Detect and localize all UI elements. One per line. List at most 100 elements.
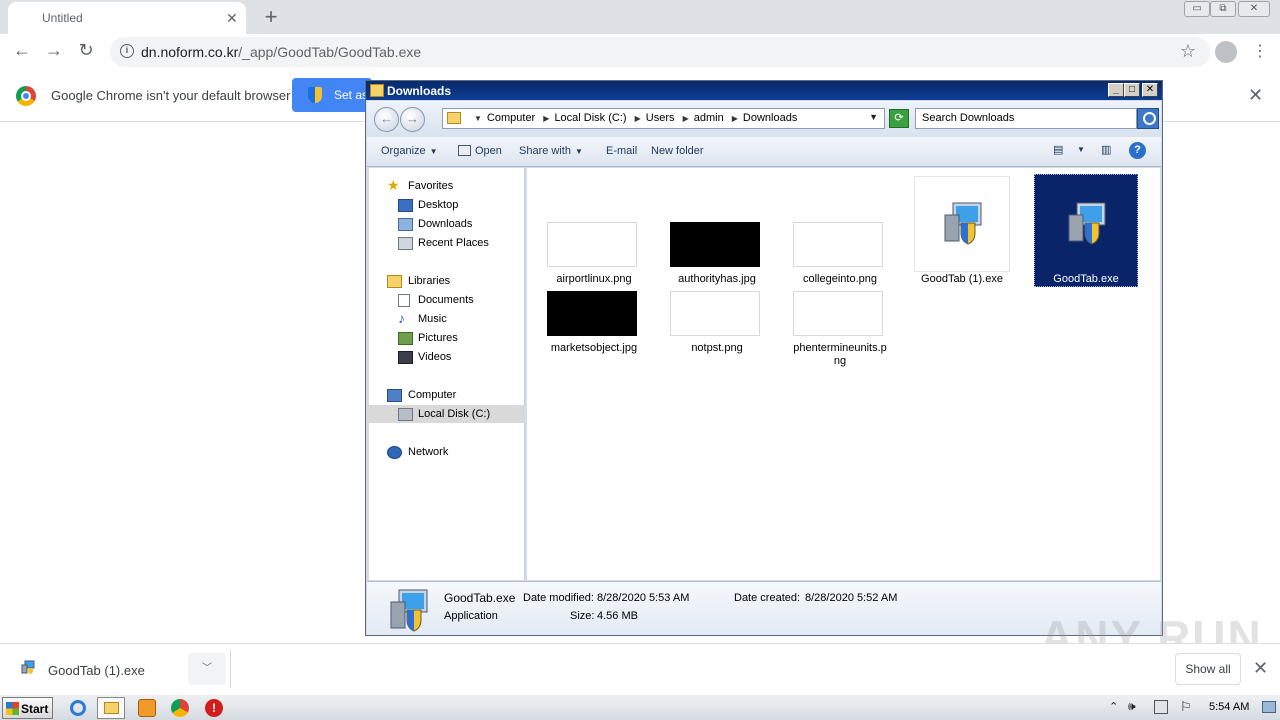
open-label: Open <box>475 145 502 157</box>
installer-icon <box>390 589 428 632</box>
nav-local-disk[interactable]: Local Disk (C:) <box>418 408 490 420</box>
search-input[interactable]: Search Downloads <box>915 108 1137 129</box>
star-icon[interactable]: ☆ <box>1180 41 1196 62</box>
nav-downloads[interactable]: Downloads <box>418 218 472 230</box>
nav-videos[interactable]: Videos <box>418 351 451 363</box>
open-button[interactable]: Open <box>458 145 502 157</box>
forward-icon[interactable]: → <box>42 40 66 61</box>
url-text[interactable]: dn.noform.co.kr/_app/GoodTab/GoodTab.exe <box>141 44 421 60</box>
navigation-pane: ★ Favorites Desktop Downloads Recent Pla… <box>369 168 525 580</box>
details-created-label: Date created: <box>734 592 801 604</box>
tab-strip: Untitled ✕ + ▭ ⧉ ✕ <box>0 0 1280 34</box>
flag-icon[interactable]: ⚐ <box>1180 699 1198 717</box>
file-item[interactable]: GoodTab (1).exe <box>910 176 1014 285</box>
computer-icon <box>387 389 402 402</box>
explorer-back-icon[interactable]: ← <box>374 107 399 132</box>
breadcrumb-local-disk[interactable]: Local Disk (C:) <box>554 112 626 124</box>
explorer-maximize-button[interactable]: □ <box>1124 83 1140 97</box>
nav-recent-places[interactable]: Recent Places <box>418 237 489 249</box>
tab-untitled[interactable]: Untitled ✕ <box>8 2 246 34</box>
file-item[interactable]: phentermineunits.p ng <box>788 286 892 367</box>
info-icon[interactable]: i <box>120 44 134 58</box>
windows-logo-icon <box>6 702 19 715</box>
breadcrumb[interactable]: ▼ Computer ▶ Local Disk (C:) ▶ Users ▶ admin… <box>442 108 885 129</box>
media-player-icon[interactable] <box>138 699 156 717</box>
refresh-icon[interactable]: ⟳ <box>889 109 909 128</box>
restore-button[interactable]: ⧉ <box>1210 1 1236 17</box>
star-icon: ★ <box>387 177 400 193</box>
file-thumbnail <box>793 291 883 336</box>
share-with-button[interactable]: Share with ▼ <box>519 145 583 157</box>
chevron-down-icon: ▼ <box>574 147 583 156</box>
file-item[interactable]: notpst.png <box>665 286 769 354</box>
network-tray-icon[interactable] <box>1154 700 1168 714</box>
close-window-button[interactable]: ✕ <box>1238 1 1270 17</box>
explorer-minimize-button[interactable]: _ <box>1108 83 1124 97</box>
account-icon[interactable] <box>1215 41 1237 63</box>
tab-title: Untitled <box>42 11 83 25</box>
details-file-name: GoodTab.exe <box>444 591 516 605</box>
file-item[interactable]: marketsobject.jpg <box>542 286 646 354</box>
breadcrumb-admin[interactable]: admin <box>694 112 724 124</box>
organize-label: Organize <box>381 145 426 157</box>
file-item[interactable]: airportlinux.png <box>542 216 646 285</box>
set-as-default-button[interactable]: Set as <box>292 78 372 112</box>
download-shelf: GoodTab (1).exe ﹀ Show all ✕ <box>0 643 1280 693</box>
videos-icon <box>398 351 413 364</box>
explorer-taskbar-button[interactable] <box>97 697 125 719</box>
address-bar[interactable]: i dn.noform.co.kr/_app/GoodTab/GoodTab.e… <box>110 37 1210 67</box>
minimize-button[interactable]: ▭ <box>1184 1 1210 17</box>
reload-icon[interactable]: ↻ <box>74 40 98 61</box>
breadcrumb-users[interactable]: Users <box>646 112 675 124</box>
shelf-close-icon[interactable]: ✕ <box>1253 658 1268 679</box>
nav-documents[interactable]: Documents <box>418 294 474 306</box>
chevron-down-icon[interactable]: ﹀ <box>188 653 226 685</box>
clock[interactable]: 5:54 AM <box>1209 701 1249 713</box>
nav-libraries[interactable]: Libraries <box>408 275 450 287</box>
chevron-down-icon[interactable]: ▼ <box>869 112 878 122</box>
start-button[interactable]: Start <box>2 697 53 719</box>
breadcrumb-downloads[interactable]: Downloads <box>743 112 797 124</box>
preview-pane-icon[interactable]: ▥ <box>1101 143 1111 156</box>
file-item[interactable]: collegeinto.png <box>788 216 892 285</box>
file-name: airportlinux.png <box>556 273 632 285</box>
volume-icon[interactable]: 🕪 <box>1128 699 1146 717</box>
nav-network[interactable]: Network <box>408 446 448 458</box>
download-item-name[interactable]: GoodTab (1).exe <box>48 663 145 678</box>
infobar-close-icon[interactable]: ✕ <box>1248 85 1263 106</box>
nav-computer[interactable]: Computer <box>408 389 456 401</box>
tab-close-icon[interactable]: ✕ <box>226 10 238 27</box>
chrome-taskbar-icon[interactable] <box>171 699 189 717</box>
file-item-selected[interactable]: GoodTab.exe <box>1034 174 1138 288</box>
view-dropdown-icon[interactable]: ▼ <box>1077 145 1085 154</box>
divider <box>230 650 231 688</box>
warning-icon[interactable]: ! <box>205 699 223 717</box>
tray-expand-icon[interactable]: ⌃ <box>1109 700 1121 718</box>
explorer-title-bar[interactable]: Downloads _ □ ✕ <box>366 81 1162 100</box>
explorer-title: Downloads <box>387 84 452 98</box>
breadcrumb-computer[interactable]: Computer <box>487 112 535 124</box>
menu-icon[interactable]: ⋮ <box>1252 41 1268 61</box>
nav-pictures[interactable]: Pictures <box>418 332 458 344</box>
desktop-icon <box>398 199 413 212</box>
organize-button[interactable]: Organize ▼ <box>381 145 438 157</box>
new-folder-button[interactable]: New folder <box>651 145 704 157</box>
command-bar: Organize ▼ Open Share with ▼ E-mail New fo… <box>367 137 1161 167</box>
nav-desktop[interactable]: Desktop <box>418 199 458 211</box>
search-icon[interactable] <box>1137 108 1159 129</box>
show-desktop-icon[interactable] <box>1262 701 1276 713</box>
file-name-continued: ng <box>833 355 847 367</box>
view-icon[interactable]: ▤ <box>1053 143 1063 156</box>
explorer-close-button[interactable]: ✕ <box>1142 83 1158 97</box>
nav-favorites[interactable]: Favorites <box>408 180 453 192</box>
file-item[interactable]: authorityhas.jpg <box>665 216 769 285</box>
network-icon <box>387 446 402 459</box>
new-tab-button[interactable]: + <box>260 4 282 30</box>
email-button[interactable]: E-mail <box>606 145 637 157</box>
internet-explorer-icon[interactable] <box>70 700 86 716</box>
show-all-button[interactable]: Show all <box>1175 653 1241 685</box>
nav-music[interactable]: Music <box>418 313 447 325</box>
back-icon[interactable]: ← <box>10 40 34 61</box>
explorer-forward-icon[interactable]: → <box>400 107 425 132</box>
help-icon[interactable]: ? <box>1129 142 1146 159</box>
